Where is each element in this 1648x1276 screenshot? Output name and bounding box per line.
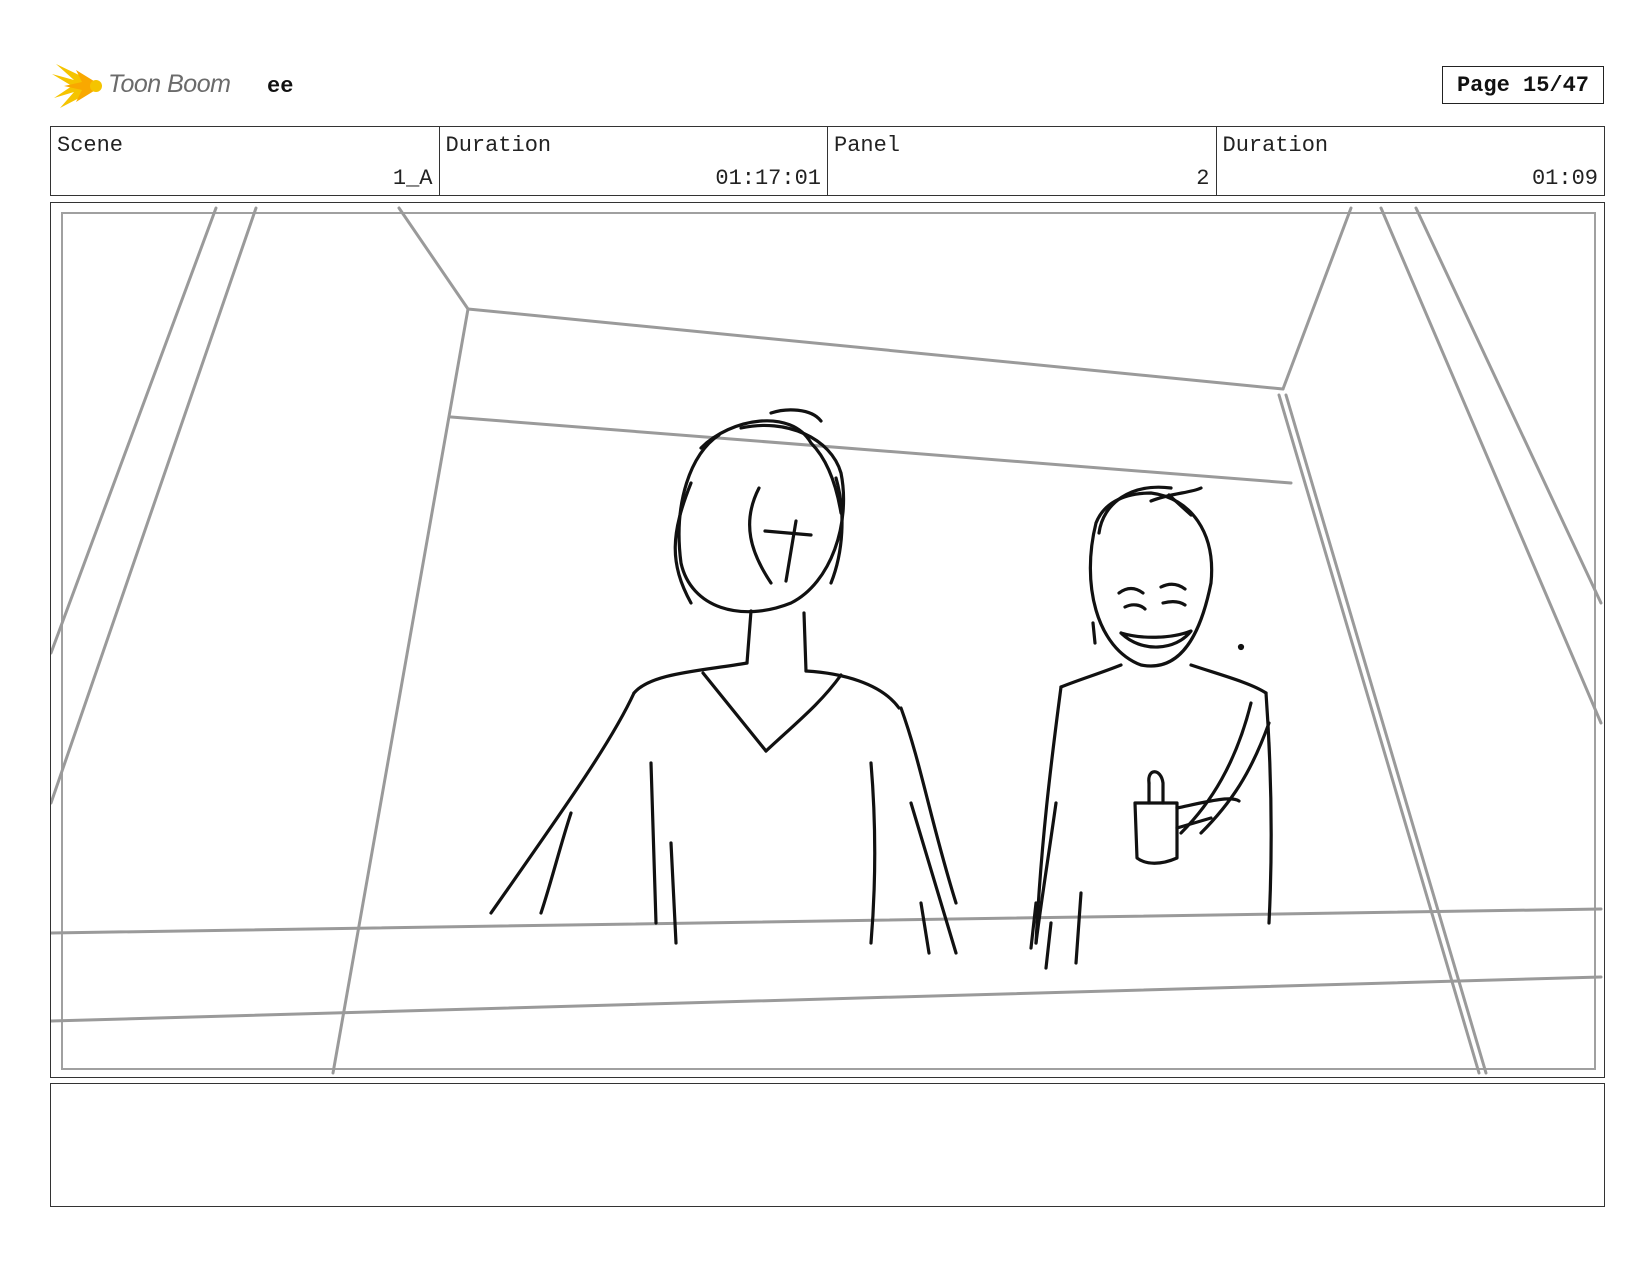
toon-boom-logo: Toon Boom [52, 58, 302, 114]
scene-cell: Scene 1_A [51, 127, 440, 195]
panel-duration-label: Duration [1222, 133, 1329, 158]
character-right [1029, 485, 1273, 970]
panel-duration-cell: Duration 01:09 [1217, 127, 1605, 195]
scene-duration-cell: Duration 01:17:01 [440, 127, 828, 195]
panel-sketch [51, 206, 1603, 1075]
brand-name: Toon Boom [108, 70, 231, 98]
panel-duration-value: 01:09 [1531, 166, 1598, 191]
panel-cell: Panel 2 [828, 127, 1217, 195]
safe-area-frame [61, 212, 1596, 1070]
panel-notes-area[interactable] [50, 1083, 1605, 1207]
project-title: ee [267, 74, 294, 99]
background-perspective-lines [51, 206, 1603, 1075]
panel-label: Panel [834, 133, 901, 158]
panel-info-table: Scene 1_A Duration 01:17:01 Panel 2 Dura… [50, 126, 1605, 196]
page-indicator: Page 15/47 [1442, 66, 1604, 104]
storyboard-panel [50, 202, 1605, 1078]
character-left [489, 408, 958, 955]
starburst-icon [52, 64, 102, 108]
scene-duration-value: 01:17:01 [715, 166, 821, 191]
scene-value: 1_A [392, 166, 433, 191]
panel-value: 2 [1196, 166, 1210, 191]
scene-duration-label: Duration [445, 133, 552, 158]
scene-label: Scene [57, 133, 124, 158]
